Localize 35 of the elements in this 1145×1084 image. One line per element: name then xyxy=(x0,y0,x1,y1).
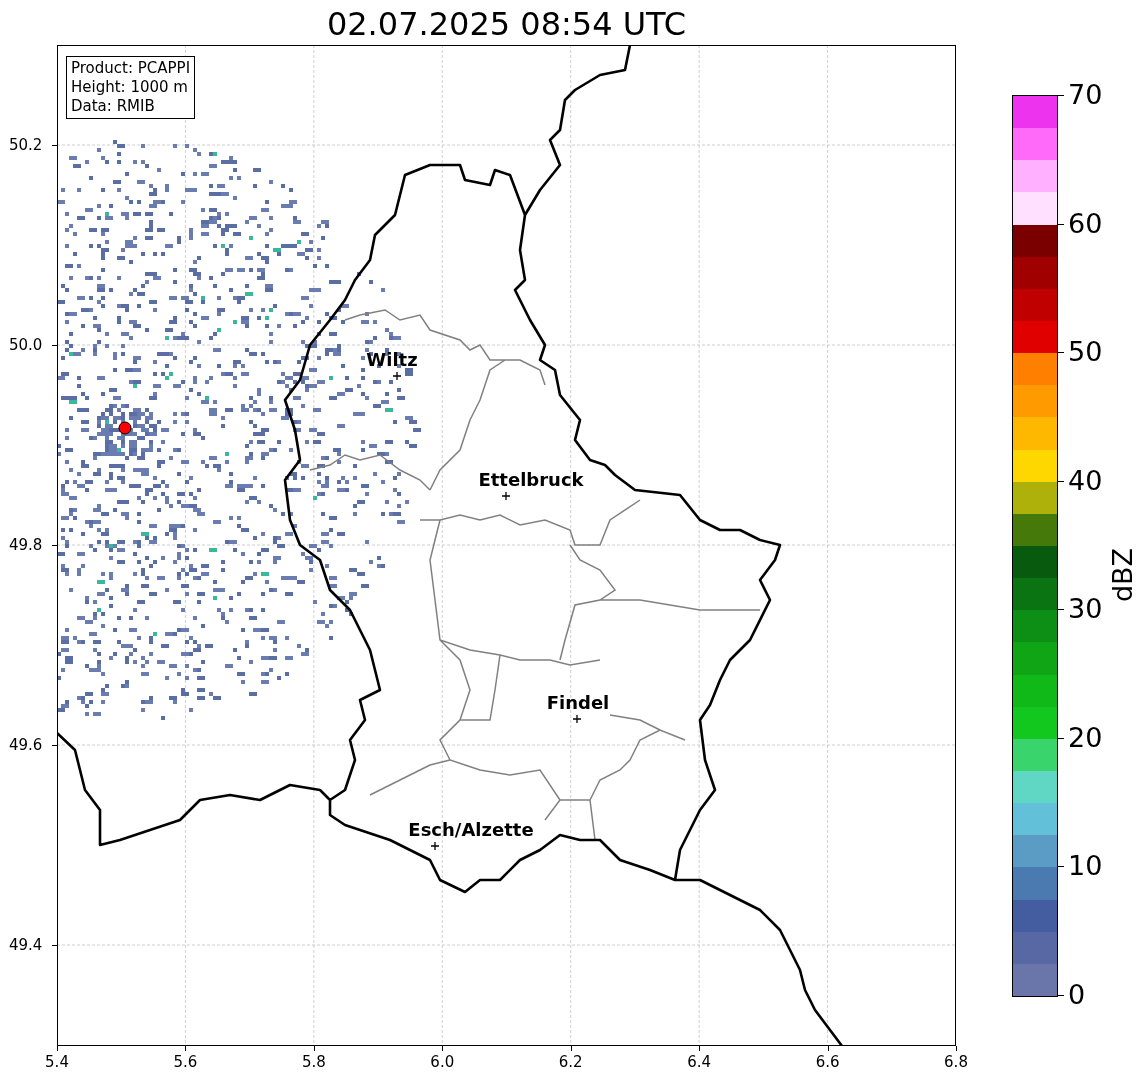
tick-label: 5.4 xyxy=(45,1053,69,1071)
city-label: Findel xyxy=(546,693,610,713)
colorbar-tick-label: 0 xyxy=(1068,980,1086,1010)
city-label: Ettelbruck xyxy=(478,470,584,490)
colorbar-tick-label: 60 xyxy=(1068,208,1103,239)
colorbar-tick-label: 20 xyxy=(1068,722,1103,753)
tick-label: 49.8 xyxy=(9,536,43,554)
chart-title: 02.07.2025 08:54 UTC xyxy=(325,4,688,44)
city-marker-icon xyxy=(392,371,402,381)
tick-label: 49.6 xyxy=(9,736,43,754)
city-label: Esch/Alzette xyxy=(408,820,534,840)
colorbar-tick-label: 10 xyxy=(1068,851,1103,882)
tick-label: 6.0 xyxy=(430,1053,455,1071)
colorbar-tick-label: 30 xyxy=(1068,594,1103,625)
colorbar-label: dBZ xyxy=(1108,547,1138,603)
colorbar-tick-label: 70 xyxy=(1068,80,1103,110)
radar-site-icon xyxy=(118,421,132,435)
tick-label: 6.6 xyxy=(815,1053,840,1071)
tick-label: 6.4 xyxy=(687,1053,712,1071)
info-text: Product: PCAPPI xyxy=(71,59,191,78)
tick-label: 5.6 xyxy=(173,1053,198,1071)
info-text: Height: 1000 m xyxy=(71,78,189,97)
city-marker-icon xyxy=(430,841,440,851)
tick-label: 50.2 xyxy=(9,136,43,154)
tick-label: 6.8 xyxy=(944,1053,968,1071)
colorbar-tick-label: 40 xyxy=(1068,465,1103,496)
tick-label: 5.8 xyxy=(301,1053,326,1071)
info-text: Data: RMIB xyxy=(71,97,156,116)
city-marker-icon xyxy=(501,491,511,501)
city-label: Wiltz xyxy=(366,350,418,370)
city-marker-icon xyxy=(572,714,582,724)
tick-label: 50.0 xyxy=(9,336,43,354)
colorbar-tick-label: 50 xyxy=(1068,337,1103,368)
tick-label: 6.2 xyxy=(558,1053,583,1071)
tick-label: 49.4 xyxy=(9,936,43,954)
